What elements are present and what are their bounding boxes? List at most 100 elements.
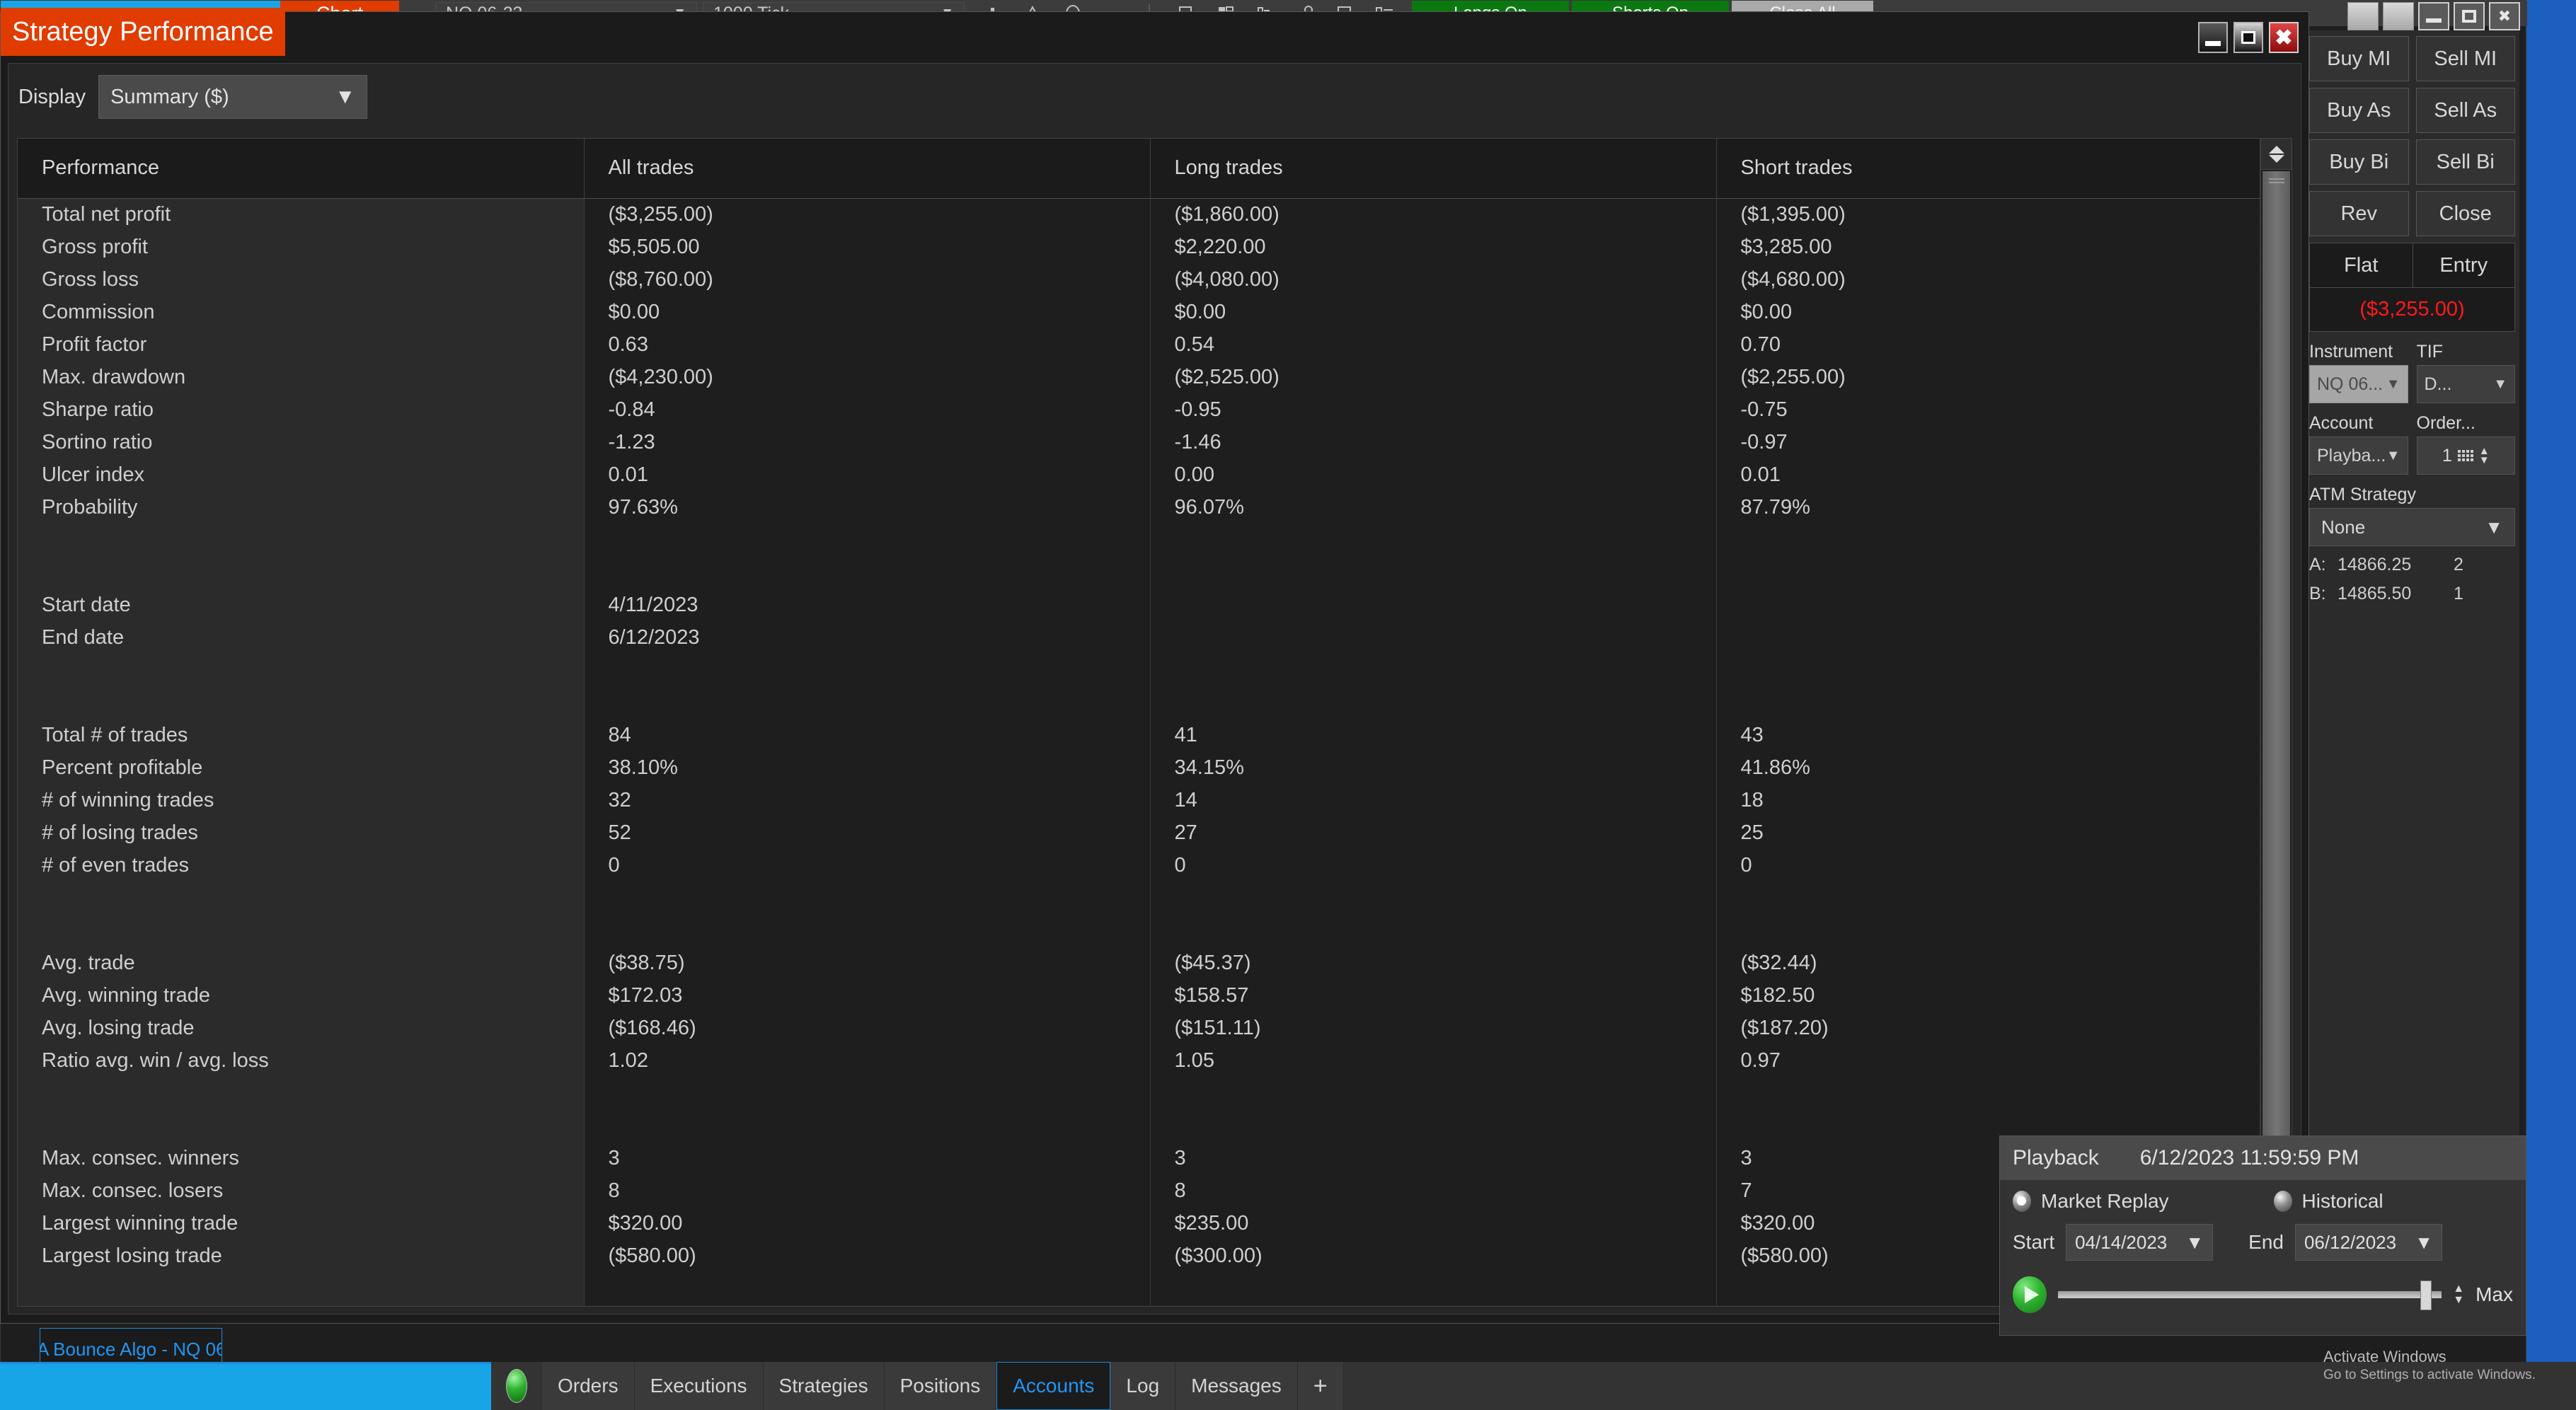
scroll-up-button[interactable] (2261, 139, 2292, 170)
instrument-dropdown[interactable]: NQ 06... ▼ (2309, 365, 2408, 403)
os-button-b[interactable] (2383, 2, 2414, 30)
row-label: Max. consec. losers (18, 1174, 585, 1207)
os-maximize-icon[interactable] (2454, 2, 2485, 30)
cell-long (1150, 1272, 1717, 1305)
bottom-tab-add[interactable]: + (1297, 1362, 1344, 1410)
dialog-minimize-icon[interactable] (2198, 22, 2228, 53)
bottom-tab-log[interactable]: Log (1110, 1362, 1176, 1410)
instrument-tif-row: Instrument NQ 06... ▼ TIF D... ▼ (2309, 342, 2515, 403)
cell-long: 8 (1150, 1174, 1717, 1207)
column-header-short-trades[interactable]: Short trades (1716, 139, 2260, 199)
play-icon[interactable] (2013, 1276, 2047, 1313)
cell-short: ($32.44) (1716, 947, 2260, 979)
order-qty-stepper[interactable]: 1 ▲ ▼ (2416, 437, 2515, 475)
row-label (18, 556, 585, 589)
table-spacer-row (18, 1109, 2260, 1142)
end-date-value: 06/12/2023 (2304, 1231, 2397, 1253)
buy-ask-button[interactable]: Buy As (2309, 88, 2409, 133)
bottom-tab-accounts[interactable]: Accounts (996, 1362, 1111, 1410)
performance-table-body: Total net profit ($3,255.00) ($1,860.00) ($… (18, 198, 2260, 1306)
os-close-icon[interactable]: ✖ (2489, 2, 2520, 30)
sell-ask-button[interactable]: Sell As (2415, 88, 2515, 133)
playback-mode-radios: Market Replay Historical (2000, 1180, 2526, 1213)
row-label: Sortino ratio (18, 426, 585, 458)
cell-long: 14 (1150, 784, 1717, 816)
cell-long: $2,220.00 (1150, 231, 1717, 263)
radio-market-replay[interactable]: Market Replay (2013, 1190, 2169, 1213)
order-buttons-grid: Buy MI Sell MI Buy As Sell As Buy Bi Sel… (2309, 36, 2515, 236)
cell-short: 41.86% (1716, 751, 2260, 784)
cell-all: 4/11/2023 (584, 589, 1151, 621)
row-label: Commission (18, 296, 585, 328)
bottom-tab-executions[interactable]: Executions (634, 1362, 764, 1410)
table-row: Total # of trades 84 41 43 (18, 719, 2260, 751)
buy-market-button[interactable]: Buy MI (2309, 36, 2409, 81)
scrollbar-thumb[interactable] (2262, 171, 2290, 1282)
table-row: Max. consec. winners 3 3 3 (18, 1142, 2260, 1174)
connection-status-indicator (491, 1362, 542, 1410)
os-window-controls: ✖ (2347, 2, 2520, 30)
column-header-long-trades[interactable]: Long trades (1150, 139, 1717, 199)
table-row: Ulcer index 0.01 0.00 0.01 (18, 458, 2260, 491)
row-label (18, 914, 585, 947)
stepper-arrows-icon[interactable]: ▲ ▼ (2479, 446, 2490, 466)
cell-long (1150, 654, 1717, 686)
row-label: Total net profit (18, 198, 585, 231)
cell-short: -0.75 (1716, 393, 2260, 426)
performance-table-scrollbar[interactable] (2260, 139, 2292, 1306)
bottom-tab-messages[interactable]: Messages (1175, 1362, 1298, 1410)
cell-all: 1.02 (584, 1044, 1151, 1077)
calculator-icon[interactable] (2457, 450, 2473, 461)
chevron-down-icon: ▼ (2185, 1231, 2204, 1253)
column-header-performance[interactable]: Performance (18, 139, 585, 199)
start-date-picker[interactable]: 04/14/2023 ▼ (2066, 1224, 2214, 1261)
bottom-tab-strategies[interactable]: Strategies (763, 1362, 885, 1410)
row-label: Total # of trades (18, 719, 585, 751)
cell-short: ($187.20) (1716, 1012, 2260, 1044)
display-dropdown[interactable]: Summary ($) ▼ (98, 75, 368, 119)
dialog-titlebar[interactable]: Strategy Performance ✖ (1, 8, 2308, 60)
cell-long: 34.15% (1150, 751, 1717, 784)
cell-long: 0.54 (1150, 328, 1717, 361)
end-date-picker[interactable]: 06/12/2023 ▼ (2294, 1224, 2442, 1261)
tif-dropdown[interactable]: D... ▼ (2416, 365, 2515, 403)
speed-slider[interactable] (2058, 1278, 2442, 1312)
cell-long: ($1,860.00) (1150, 198, 1717, 231)
cell-all: $172.03 (584, 979, 1151, 1012)
radio-historical[interactable]: Historical (2273, 1190, 2384, 1213)
screen-root: Chart NQ 06-23 ▼ 1000 Tick ▼ (0, 0, 2576, 1410)
row-label: # of winning trades (18, 784, 585, 816)
account-dropdown[interactable]: Playba... ▼ (2309, 437, 2408, 475)
column-header-all-trades[interactable]: All trades (584, 139, 1151, 199)
cell-short: 18 (1716, 784, 2260, 816)
table-spacer-row (18, 654, 2260, 686)
atm-strategy-dropdown[interactable]: None ▼ (2309, 508, 2515, 546)
close-position-button[interactable]: Close (2415, 191, 2515, 236)
cell-short (1716, 556, 2260, 589)
row-label: End date (18, 621, 585, 654)
speed-stepper[interactable]: ▲ ▼ (2453, 1283, 2464, 1306)
table-spacer-row (18, 914, 2260, 947)
sell-bid-button[interactable]: Sell Bi (2415, 139, 2515, 185)
bottom-tab-orders[interactable]: Orders (542, 1362, 635, 1410)
performance-table: Performance All trades Long trades Short… (18, 139, 2260, 1306)
reverse-button[interactable]: Rev (2309, 191, 2409, 236)
sell-market-button[interactable]: Sell MI (2415, 36, 2515, 81)
os-button-a[interactable] (2347, 2, 2379, 30)
bid-label: B: (2309, 584, 2326, 603)
cell-long: -1.46 (1150, 426, 1717, 458)
os-minimize-icon[interactable] (2418, 2, 2449, 30)
account-dropdown-value: Playba... (2317, 445, 2386, 466)
buy-bid-button[interactable]: Buy Bi (2309, 139, 2409, 185)
bottom-tab-positions[interactable]: Positions (884, 1362, 997, 1410)
speed-slider-thumb[interactable] (2420, 1281, 2432, 1310)
dialog-maximize-icon[interactable] (2233, 22, 2263, 53)
display-dropdown-value: Summary ($) (110, 85, 229, 108)
cell-all (584, 882, 1151, 914)
ask-label: A: (2309, 555, 2326, 574)
cell-all: -0.84 (584, 393, 1151, 426)
account-qty-row: Account Playba... ▼ Order... 1 ▲ ▼ (2309, 413, 2515, 475)
dialog-title: Strategy Performance (1, 8, 285, 56)
dialog-close-icon[interactable]: ✖ (2269, 22, 2299, 53)
table-row: Largest losing trade ($580.00) ($300.00) ($… (18, 1239, 2260, 1272)
